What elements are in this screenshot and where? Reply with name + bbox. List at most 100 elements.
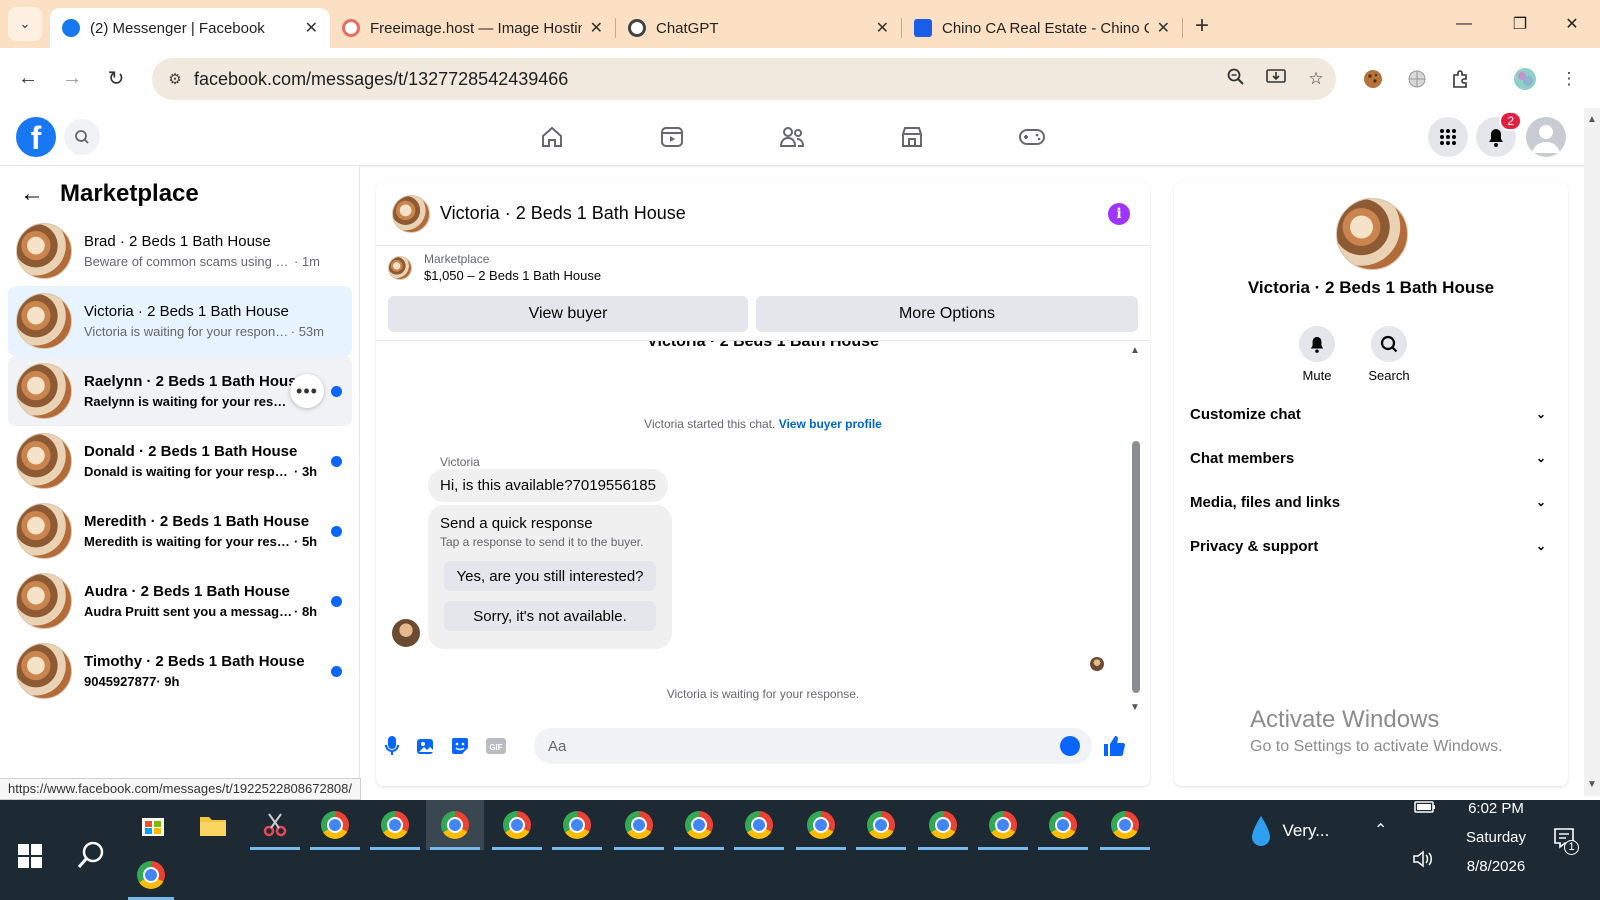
home-icon[interactable] [537,122,567,152]
privacy-support-row[interactable]: Privacy & support ⌄ [1190,526,1552,566]
chat-item-meredith[interactable]: Meredith · 2 Beds 1 Bath House Meredith … [8,496,352,566]
customize-chat-row[interactable]: Customize chat ⌄ [1190,394,1552,434]
back-icon[interactable]: ← [6,67,50,90]
scroll-down-icon[interactable]: ▼ [1130,702,1140,713]
message-bubble[interactable]: Hi, is this available?7019556185 [428,469,668,502]
battery-icon[interactable] [1414,800,1436,819]
gaming-icon[interactable] [1017,122,1047,152]
chrome-taskbar-icon[interactable] [670,800,728,850]
thread-scrollbar[interactable]: ▲ ▼ [1130,341,1142,716]
emoji-icon[interactable] [1060,736,1080,756]
chrome-taskbar-icon[interactable] [548,800,606,850]
notifications-bell-icon[interactable]: 2 [1476,111,1522,157]
chrome-taskbar-icon[interactable] [610,800,668,850]
more-options-icon[interactable]: ••• [290,374,324,408]
new-tab-button[interactable]: + [1195,12,1209,40]
chat-members-row[interactable]: Chat members ⌄ [1190,438,1552,478]
thumbs-up-icon[interactable] [1102,734,1126,758]
url-text[interactable]: facebook.com/messages/t/1327728542439466 [194,69,1216,90]
snipping-tool-icon[interactable] [246,800,304,850]
chrome-taskbar-icon[interactable] [488,800,546,850]
clock[interactable]: 6:02 PM Saturday 8/8/2026 [1456,800,1536,875]
listing-avatar[interactable] [1336,198,1408,270]
tab-search-button[interactable]: ⌄ [8,7,42,41]
close-window-icon[interactable]: ✕ [1544,0,1600,48]
search-chat-button[interactable]: Search [1354,326,1424,383]
minimize-icon[interactable]: — [1436,0,1492,48]
close-tab-icon[interactable]: ✕ [590,18,603,38]
close-tab-icon[interactable]: ✕ [305,18,318,38]
friends-icon[interactable] [777,122,807,152]
chat-item-raelynn[interactable]: Raelynn · 2 Beds 1 Bath House Raelynn is… [8,356,352,426]
reload-icon[interactable]: ↻ [94,66,138,91]
close-tab-icon[interactable]: ✕ [1157,18,1170,38]
zoom-icon[interactable] [1216,68,1256,91]
view-buyer-button[interactable]: View buyer [388,296,748,332]
account-avatar[interactable] [1526,117,1566,157]
gif-icon[interactable]: GIF [484,734,508,758]
photo-icon[interactable] [414,734,438,758]
site-settings-icon[interactable]: ⚙ [156,70,194,88]
profile-icon[interactable] [1510,64,1540,94]
scroll-up-icon[interactable]: ▲ [1130,345,1140,356]
chrome-taskbar-icon[interactable] [426,800,484,850]
chrome-taskbar-icon[interactable] [730,800,788,850]
bookmark-star-icon[interactable]: ☆ [1296,69,1336,89]
sticker-icon[interactable] [448,734,472,758]
windows-start-icon[interactable] [18,844,42,868]
quick-response-no-button[interactable]: Sorry, it's not available. [444,601,656,631]
chrome-taskbar-icon[interactable] [366,800,424,850]
chat-item-timothy[interactable]: Timothy · 2 Beds 1 Bath House 9045927877… [8,636,352,706]
listing-avatar[interactable] [392,194,430,233]
globe-extension-icon[interactable] [1402,64,1432,94]
cookie-extension-icon[interactable] [1358,64,1388,94]
chrome-taskbar-icon[interactable] [914,800,972,850]
listing-summary[interactable]: Marketplace $1,050 – 2 Beds 1 Bath House [388,252,601,283]
weather-widget[interactable]: Very... [1250,814,1329,848]
volume-icon[interactable] [1412,850,1434,873]
marketplace-icon[interactable] [897,122,927,152]
address-bar[interactable]: ⚙ facebook.com/messages/t/13277285424394… [152,58,1336,100]
chrome-taskbar-icon[interactable] [1034,800,1092,850]
conversation-title[interactable]: Victoria · 2 Beds 1 Bath House [440,203,686,224]
chrome-taskbar-icon[interactable] [852,800,910,850]
file-explorer-icon[interactable] [184,800,242,850]
media-files-links-row[interactable]: Media, files and links ⌄ [1190,482,1552,522]
back-arrow-icon[interactable]: ← [20,180,44,208]
chat-item-audra[interactable]: Audra · 2 Beds 1 Bath House Audra Pruitt… [8,566,352,636]
microphone-icon[interactable] [380,734,404,758]
search-icon[interactable] [64,119,100,155]
chrome-taskbar-icon[interactable] [974,800,1032,850]
close-tab-icon[interactable]: ✕ [876,18,889,38]
microsoft-store-icon[interactable] [124,800,182,850]
facebook-logo-icon[interactable]: f [16,117,56,157]
scroll-down-icon[interactable]: ▼ [1587,779,1597,790]
tab-freeimage[interactable]: Freeimage.host — Image Hostin ✕ [330,8,615,48]
chrome-taskbar-icon[interactable] [124,850,178,900]
mute-button[interactable]: Mute [1282,326,1352,383]
message-input[interactable]: Aa [534,728,1092,764]
tab-messenger[interactable]: (2) Messenger | Facebook ✕ [50,8,330,48]
more-options-button[interactable]: More Options [756,296,1138,332]
scroll-up-icon[interactable]: ▲ [1587,114,1597,125]
chrome-taskbar-icon[interactable] [792,800,850,850]
extensions-puzzle-icon[interactable] [1446,64,1476,94]
chevron-up-icon[interactable]: ⌃ [1374,820,1387,840]
taskbar-search-icon[interactable] [76,840,106,877]
chat-item-victoria[interactable]: Victoria · 2 Beds 1 Bath House Victoria … [8,286,352,356]
quick-response-yes-button[interactable]: Yes, are you still interested? [444,561,656,591]
info-icon[interactable]: i [1108,203,1130,225]
restore-icon[interactable]: ❐ [1492,0,1548,48]
tab-chatgpt[interactable]: ChatGPT ✕ [616,8,901,48]
action-center-icon[interactable]: 1 [1552,826,1579,855]
forward-icon[interactable]: → [50,67,94,90]
chat-item-brad[interactable]: Brad · 2 Beds 1 Bath House Beware of com… [8,216,352,286]
tab-chino-real-estate[interactable]: Chino CA Real Estate - Chino CA ✕ [902,8,1182,48]
page-scrollbar[interactable]: ▲ ▼ [1584,108,1600,796]
chrome-taskbar-icon[interactable] [306,800,364,850]
scroll-thumb[interactable] [1132,441,1140,693]
chrome-taskbar-icon[interactable] [1096,800,1154,850]
video-icon[interactable] [657,122,687,152]
install-app-icon[interactable] [1256,68,1296,91]
view-buyer-profile-link[interactable]: View buyer profile [779,417,882,431]
